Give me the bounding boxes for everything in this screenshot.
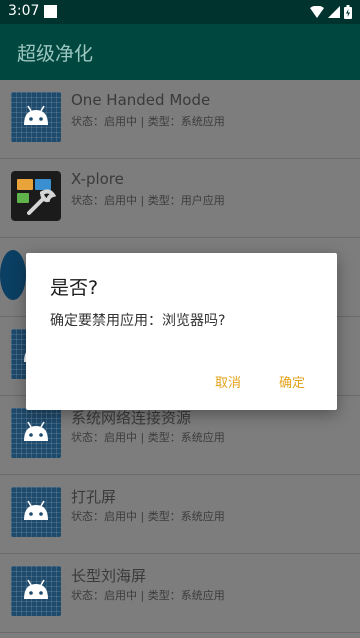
app-status: 状态：启用中 | 类型：系统应用 — [71, 431, 225, 444]
confirm-dialog: 是否? 确定要禁用应用：浏览器吗? 取消 确定 — [26, 253, 337, 410]
list-item[interactable]: X-plore 状态：启用中 | 类型：用户应用 — [0, 159, 360, 238]
app-title: 超级净化 — [17, 43, 94, 65]
signal-icon — [328, 6, 340, 18]
wifi-icon — [310, 6, 324, 18]
status-time: 3:07 — [8, 3, 40, 19]
app-name: X-plore — [71, 170, 124, 188]
cancel-button[interactable]: 取消 — [215, 372, 241, 391]
dialog-title: 是否? — [50, 277, 99, 299]
list-item[interactable]: 打孔屏 状态：启用中 | 类型：系统应用 — [0, 475, 360, 554]
app-status: 状态：启用中 | 类型：用户应用 — [71, 194, 225, 207]
list-item[interactable]: 长型刘海屏 状态：启用中 | 类型：系统应用 — [0, 554, 360, 633]
android-icon — [11, 408, 61, 458]
app-name: 系统网络连接资源 — [71, 409, 192, 427]
app-name: 打孔屏 — [71, 488, 117, 506]
list-item[interactable]: One Handed Mode 状态：启用中 | 类型：系统应用 — [0, 80, 360, 159]
confirm-button[interactable]: 确定 — [279, 372, 305, 391]
app-name: One Handed Mode — [71, 91, 211, 109]
android-icon — [11, 92, 61, 142]
android-icon — [11, 487, 61, 537]
notification-icon — [44, 5, 57, 18]
battery-icon — [344, 5, 352, 19]
app-status: 状态：启用中 | 类型：系统应用 — [71, 589, 225, 602]
app-status: 状态：启用中 | 类型：系统应用 — [71, 510, 225, 523]
status-icons — [310, 4, 352, 20]
app-icon — [0, 250, 26, 300]
app-name: 长型刘海屏 — [71, 567, 147, 585]
status-bar: 3:07 — [0, 0, 360, 24]
android-icon — [11, 566, 61, 616]
app-status: 状态：启用中 | 类型：系统应用 — [71, 115, 225, 128]
dialog-message: 确定要禁用应用：浏览器吗? — [50, 313, 226, 329]
x-plore-icon — [11, 171, 61, 221]
app-bar: 超级净化 — [0, 24, 360, 80]
